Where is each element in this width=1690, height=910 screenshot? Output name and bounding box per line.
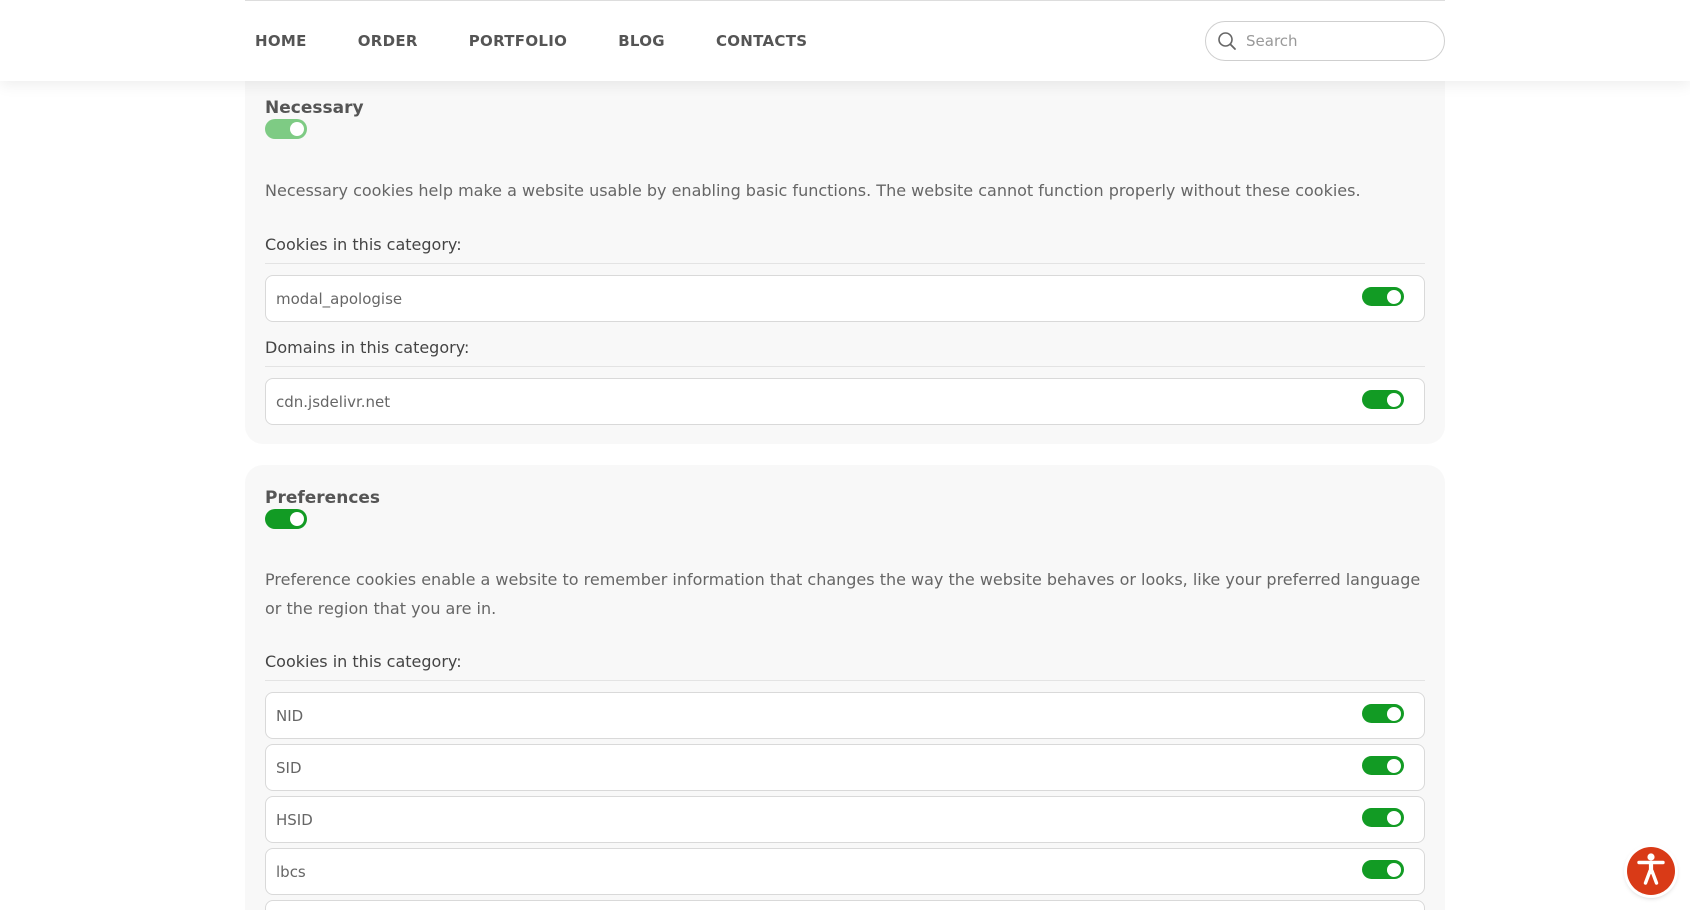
category-card-preferences: Preferences Preference cookies enable a … <box>245 465 1445 910</box>
category-toggle-preferences[interactable] <box>265 509 307 529</box>
cookie-toggle[interactable] <box>1362 808 1404 827</box>
header-divider <box>245 0 1445 1</box>
domains-section-label: Domains in this category: <box>265 338 1425 367</box>
cookies-section-label: Cookies in this category: <box>265 235 1425 264</box>
cookies-section-label: Cookies in this category: <box>265 652 1425 681</box>
category-description: Preference cookies enable a website to r… <box>265 570 1421 618</box>
toggle-knob <box>290 122 304 136</box>
search-icon[interactable] <box>1216 30 1238 52</box>
cookie-row: HSID <box>265 796 1425 843</box>
cookie-toggle[interactable] <box>1362 756 1404 775</box>
cookie-name: lbcs <box>276 863 306 881</box>
site-header: HOME ORDER PORTFOLIO BLOG CONTACTS <box>0 0 1690 81</box>
toggle-knob <box>1387 758 1401 773</box>
category-card-necessary: Necessary Necessary cookies help make a … <box>245 60 1445 444</box>
category-toggle-necessary[interactable] <box>265 119 307 139</box>
nav-item-blog[interactable]: BLOG <box>618 32 665 50</box>
cookie-row: SID <box>265 744 1425 791</box>
toggle-knob <box>1387 392 1401 407</box>
cookie-name: NID <box>276 707 304 725</box>
cookie-name: modal_apologise <box>276 290 403 308</box>
toggle-knob <box>1387 706 1401 721</box>
cookie-row-partial <box>265 900 1425 910</box>
cookie-row: NID <box>265 692 1425 739</box>
cookie-row: lbcs <box>265 848 1425 895</box>
nav-item-contacts[interactable]: CONTACTS <box>716 32 807 50</box>
category-description: Necessary cookies help make a website us… <box>265 181 1361 200</box>
cookie-name: HSID <box>276 811 313 829</box>
nav-item-order[interactable]: ORDER <box>358 32 418 50</box>
accessibility-button[interactable] <box>1627 847 1675 895</box>
toggle-knob <box>1387 810 1401 825</box>
search-box <box>1205 21 1445 61</box>
main-nav: HOME ORDER PORTFOLIO BLOG CONTACTS <box>255 32 858 50</box>
cookie-name: SID <box>276 759 302 777</box>
toggle-knob <box>1387 289 1401 304</box>
page: HOME ORDER PORTFOLIO BLOG CONTACTS Neces… <box>0 0 1690 910</box>
domain-toggle[interactable] <box>1362 390 1404 409</box>
toggle-knob <box>1387 862 1401 877</box>
toggle-knob <box>290 512 304 526</box>
cookie-toggle[interactable] <box>1362 704 1404 723</box>
cookie-toggle[interactable] <box>1362 287 1404 306</box>
nav-item-portfolio[interactable]: PORTFOLIO <box>469 32 567 50</box>
cookie-row: modal_apologise <box>265 275 1425 322</box>
category-title: Preferences <box>265 488 381 508</box>
domain-row: cdn.jsdelivr.net <box>265 378 1425 425</box>
accessibility-person-icon <box>1636 852 1666 890</box>
cookie-toggle[interactable] <box>1362 860 1404 879</box>
nav-item-home[interactable]: HOME <box>255 32 307 50</box>
domain-name: cdn.jsdelivr.net <box>276 393 391 411</box>
search-input[interactable] <box>1246 32 1436 50</box>
category-title: Necessary <box>265 98 364 118</box>
